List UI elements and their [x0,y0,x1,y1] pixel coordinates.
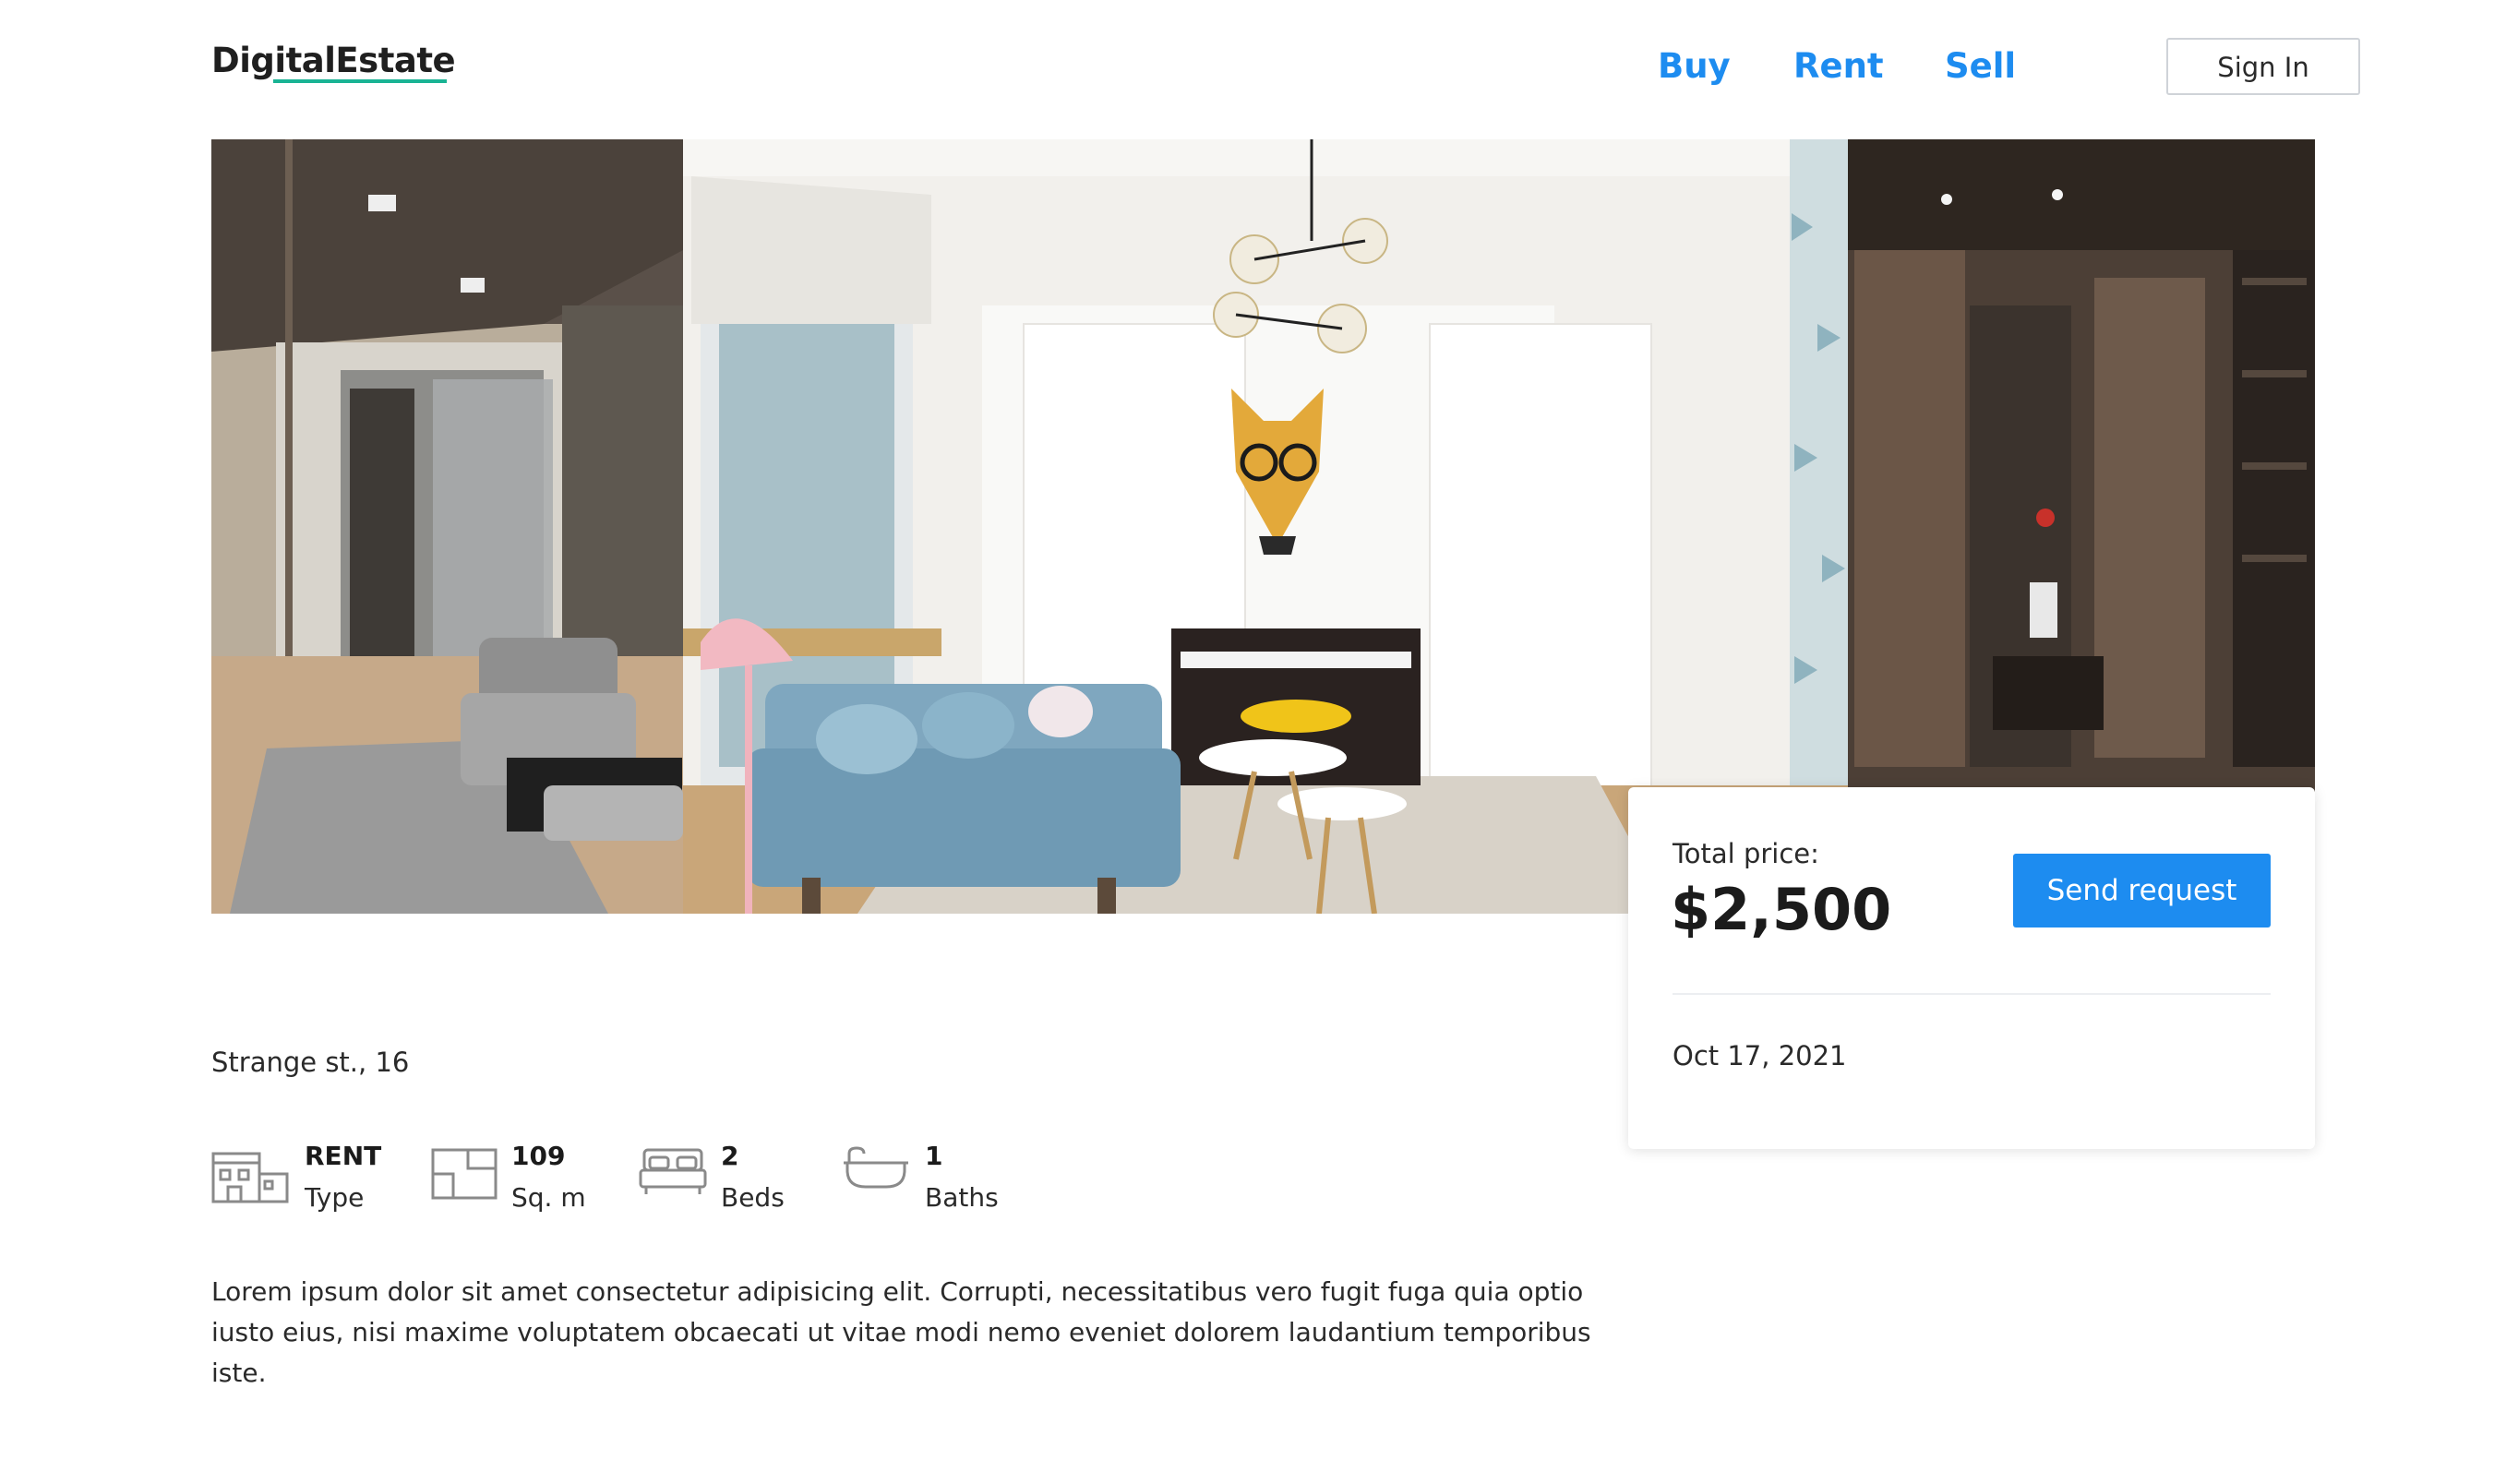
floor-plan-icon [431,1146,499,1205]
logo-underline [273,79,447,83]
price-card: Total price: $2,500 Send request Oct 17,… [1628,787,2315,1149]
feature-beds: 2 Beds [639,1137,805,1220]
bed-icon [639,1146,707,1202]
bathtub-icon [842,1146,910,1198]
nav-link-rent[interactable]: Rent [1793,46,1884,86]
feature-type: RENT Type [211,1137,414,1220]
feature-area: 109 Sq. m [431,1137,616,1220]
total-price-value: $2,500 [1671,876,1892,943]
gallery-photo-left[interactable] [211,139,683,914]
feature-area-value: 109 [511,1141,566,1171]
total-price-label: Total price: [1673,838,1819,869]
feature-type-value: RENT [305,1141,382,1171]
nav-link-buy[interactable]: Buy [1658,46,1731,86]
card-divider [1673,993,2271,995]
logo[interactable]: DigitalEstate [211,41,456,80]
send-request-button[interactable]: Send request [2013,854,2271,928]
feature-type-label: Type [305,1182,365,1213]
feature-baths-label: Baths [925,1182,999,1213]
feature-baths-value: 1 [925,1141,943,1171]
nav-link-sell[interactable]: Sell [1945,46,2016,86]
feature-beds-value: 2 [721,1141,739,1171]
sign-in-button[interactable]: Sign In [2166,38,2360,95]
feature-beds-label: Beds [721,1182,785,1213]
feature-baths: 1 Baths [842,1137,1026,1220]
listing-date: Oct 17, 2021 [1673,1040,1847,1071]
listing-address: Strange st., 16 [211,1047,410,1078]
listing-description: Lorem ipsum dolor sit amet consectetur a… [211,1276,1591,1388]
house-icon [211,1146,289,1209]
feature-area-label: Sq. m [511,1182,586,1213]
